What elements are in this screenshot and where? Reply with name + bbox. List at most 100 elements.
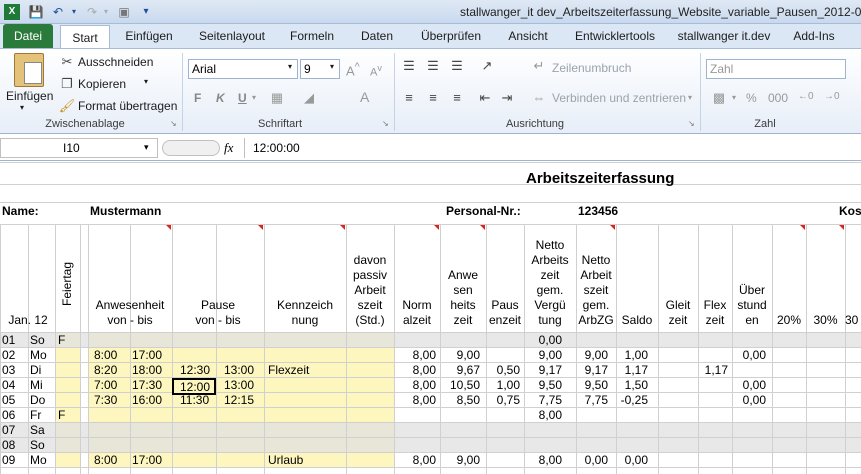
cut-icon[interactable]: ✂ bbox=[58, 53, 76, 71]
save-icon[interactable]: 💾 bbox=[28, 4, 44, 20]
clipboard-launcher-icon[interactable]: ↘ bbox=[170, 119, 177, 128]
cell-a1[interactable]: 8:00 bbox=[94, 348, 132, 362]
header-flex[interactable]: Flex zeit bbox=[698, 298, 732, 328]
orientation-icon[interactable]: ↗ bbox=[478, 57, 496, 75]
excel-icon[interactable]: X bbox=[4, 4, 20, 20]
tab-daten[interactable]: Daten bbox=[352, 24, 402, 48]
cell-w[interactable]: Mo bbox=[30, 453, 54, 467]
cell-nv[interactable]: 0,00 bbox=[524, 333, 562, 347]
header-p30[interactable]: 30% bbox=[806, 313, 845, 328]
cell-na[interactable]: 9,00 bbox=[576, 348, 608, 362]
insert-function-icon[interactable]: fx bbox=[224, 140, 233, 156]
cell-pz[interactable]: 0,50 bbox=[486, 363, 520, 377]
cell-fl[interactable]: 1,17 bbox=[698, 363, 728, 377]
tab-ueberpruefen[interactable]: Überprüfen bbox=[414, 24, 488, 48]
cell-s[interactable]: 1,17 bbox=[616, 363, 648, 377]
tab-seitenlayout[interactable]: Seitenlayout bbox=[192, 24, 272, 48]
shrink-font-icon[interactable]: Av bbox=[370, 63, 382, 79]
cell-a1[interactable]: 8:20 bbox=[94, 363, 132, 377]
align-bottom-icon[interactable]: ☰ bbox=[448, 57, 466, 75]
cell-p2[interactable]: 12:15 bbox=[224, 393, 262, 407]
header-feiertag[interactable]: Feiertag bbox=[55, 244, 80, 324]
cell-a2[interactable]: 18:00 bbox=[132, 363, 170, 377]
cell-w[interactable]: Di bbox=[30, 363, 54, 377]
customize-quick-access-icon[interactable]: ▾ bbox=[138, 4, 154, 20]
cell-nv[interactable]: 8,00 bbox=[524, 408, 562, 422]
header-p20[interactable]: 20% bbox=[772, 313, 806, 328]
cell-d[interactable]: 09 bbox=[2, 453, 26, 467]
font-name-box[interactable]: Arial bbox=[188, 59, 298, 79]
align-center-icon[interactable]: ≡ bbox=[424, 89, 442, 107]
number-format-box[interactable]: Zahl bbox=[706, 59, 846, 79]
cell-a2[interactable]: 16:00 bbox=[132, 393, 170, 407]
decrease-decimal-icon[interactable]: →0 bbox=[824, 91, 840, 102]
header-pausenzeit[interactable]: Paus enzeit bbox=[486, 298, 524, 328]
cell-d[interactable]: 04 bbox=[2, 378, 26, 392]
cell-n[interactable]: 8,00 bbox=[394, 393, 436, 407]
tab-stallwanger[interactable]: stallwanger it.dev bbox=[674, 24, 774, 48]
undo-dropdown-icon[interactable]: ▾ bbox=[66, 4, 82, 20]
paste-button[interactable]: Einfügen bbox=[6, 89, 53, 103]
cell-az[interactable]: 8,50 bbox=[440, 393, 480, 407]
formula-input[interactable]: 12:00:00 bbox=[244, 138, 861, 158]
cell-d[interactable]: 07 bbox=[2, 423, 26, 437]
cell-s[interactable]: 1,50 bbox=[616, 378, 648, 392]
header-anwesenheit[interactable]: Anwesenheit von - bis bbox=[88, 298, 172, 328]
cell-nv[interactable]: 9,17 bbox=[524, 363, 562, 377]
cell-s[interactable]: 0,00 bbox=[616, 453, 648, 467]
cell-u[interactable]: 0,00 bbox=[732, 393, 766, 407]
header-pause[interactable]: Pause von - bis bbox=[172, 298, 264, 328]
cell-f[interactable]: F bbox=[58, 333, 78, 347]
cell-d[interactable]: 08 bbox=[2, 438, 26, 452]
currency-icon[interactable]: ▩ bbox=[710, 89, 728, 107]
cell-s[interactable]: 1,00 bbox=[616, 348, 648, 362]
redo-dropdown-icon[interactable]: ▾ bbox=[98, 4, 114, 20]
cell-na[interactable]: 9,17 bbox=[576, 363, 608, 377]
cell-n[interactable]: 8,00 bbox=[394, 363, 436, 377]
cell-d[interactable]: 01 bbox=[2, 333, 26, 347]
header-gleit[interactable]: Gleit zeit bbox=[658, 298, 698, 328]
cell-w[interactable]: So bbox=[30, 438, 54, 452]
header-norm[interactable]: Norm alzeit bbox=[394, 298, 440, 328]
header-ueber[interactable]: Über stund en bbox=[732, 283, 772, 328]
header-p30b[interactable]: 30 bbox=[845, 313, 861, 328]
tab-add-ins[interactable]: Add-Ins bbox=[786, 24, 842, 48]
cell-a1[interactable]: 7:00 bbox=[94, 378, 132, 392]
paste-dropdown-icon[interactable]: ▾ bbox=[20, 103, 24, 112]
cell-na[interactable]: 9,50 bbox=[576, 378, 608, 392]
align-right-icon[interactable]: ≡ bbox=[448, 89, 466, 107]
cell-w[interactable]: Sa bbox=[30, 423, 54, 437]
cell-nv[interactable]: 9,50 bbox=[524, 378, 562, 392]
cell-a1[interactable]: 7:30 bbox=[94, 393, 132, 407]
merge-icon[interactable]: ⇔ bbox=[530, 89, 548, 107]
cell-az[interactable]: 10,50 bbox=[440, 378, 480, 392]
decrease-indent-icon[interactable]: ⇤ bbox=[476, 89, 494, 107]
cell-u[interactable]: 0,00 bbox=[732, 378, 766, 392]
tab-entwicklertools[interactable]: Entwicklertools bbox=[568, 24, 662, 48]
camera-icon[interactable]: ▣ bbox=[116, 4, 132, 20]
copy-dropdown-icon[interactable]: ▾ bbox=[144, 77, 148, 86]
cell-a2[interactable]: 17:30 bbox=[132, 378, 170, 392]
cell-a2[interactable]: 17:00 bbox=[132, 453, 170, 467]
cell-w[interactable]: Mi bbox=[30, 378, 54, 392]
cell-az[interactable]: 9,00 bbox=[440, 348, 480, 362]
cell-w[interactable]: Fr bbox=[30, 408, 54, 422]
cell-a2[interactable]: 17:00 bbox=[132, 348, 170, 362]
cell-n[interactable]: 8,00 bbox=[394, 453, 436, 467]
cell-nv[interactable]: 9,00 bbox=[524, 348, 562, 362]
cell-na[interactable]: 7,75 bbox=[576, 393, 608, 407]
cell-p2[interactable]: 13:00 bbox=[224, 363, 262, 377]
wrap-text-button[interactable]: Zeilenumbruch bbox=[552, 61, 631, 75]
header-kennzeichnung[interactable]: Kennzeich nung bbox=[264, 298, 346, 328]
cell-u[interactable]: 0,00 bbox=[732, 348, 766, 362]
tab-ansicht[interactable]: Ansicht bbox=[500, 24, 556, 48]
percent-button[interactable]: % bbox=[746, 91, 757, 105]
tab-formeln[interactable]: Formeln bbox=[284, 24, 340, 48]
merge-dropdown-icon[interactable]: ▾ bbox=[688, 93, 692, 102]
align-left-icon[interactable]: ≡ bbox=[400, 89, 418, 107]
cell-k[interactable]: Urlaub bbox=[268, 453, 344, 467]
underline-dropdown-icon[interactable]: ▾ bbox=[252, 93, 256, 102]
header-netto_verg[interactable]: Netto Arbeits zeit gem. Vergü tung bbox=[524, 238, 576, 328]
format-painter-button[interactable]: Format übertragen bbox=[78, 99, 177, 113]
cell-k[interactable]: Flexzeit bbox=[268, 363, 344, 377]
